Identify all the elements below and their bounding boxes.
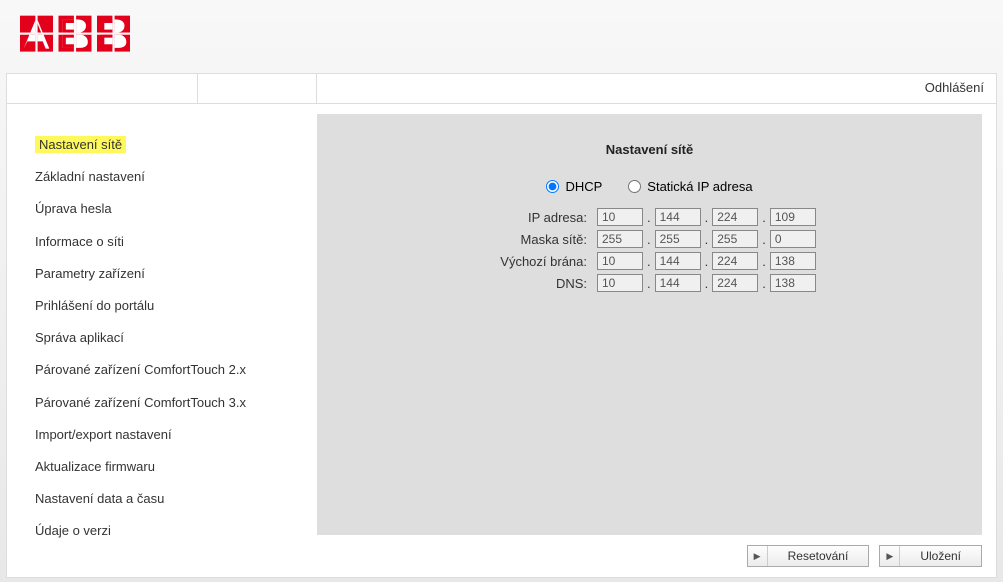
ip-address-label: IP adresa:: [337, 208, 597, 226]
dns-label: DNS:: [337, 274, 597, 292]
radio-static-input[interactable]: [628, 180, 641, 193]
mask-octet-4[interactable]: [770, 230, 816, 248]
arrow-right-icon: ▶: [880, 546, 900, 566]
dot-sep: .: [705, 254, 709, 269]
dot-sep: .: [647, 254, 651, 269]
ip-octet-4[interactable]: [770, 208, 816, 226]
mask-octet-2[interactable]: [655, 230, 701, 248]
button-row: ▶ Resetování ▶ Uložení: [317, 535, 982, 567]
ip-address-octets: . . .: [597, 208, 962, 226]
gw-octet-2[interactable]: [655, 252, 701, 270]
radio-dhcp-label: DHCP: [565, 179, 602, 194]
ip-form: IP adresa: . . . Maska sítě: . . .: [337, 208, 962, 292]
dns-octet-1[interactable]: [597, 274, 643, 292]
main-container: Odhlášení Nastavení sítě Základní nastav…: [6, 73, 997, 578]
abb-logo-svg: [20, 15, 130, 53]
save-button-label: Uložení: [900, 549, 981, 563]
dot-sep: .: [762, 232, 766, 247]
dot-sep: .: [705, 232, 709, 247]
sidebar-item-datetime[interactable]: Nastavení data a času: [35, 483, 317, 515]
sidebar-item-paired-ct3[interactable]: Párované zařízení ComfortTouch 3.x: [35, 387, 317, 419]
dns-octets: . . .: [597, 274, 962, 292]
abb-logo: [0, 0, 1003, 63]
arrow-right-icon: ▶: [748, 546, 768, 566]
sidebar-item-network-info[interactable]: Informace o síti: [35, 226, 317, 258]
dot-sep: .: [762, 210, 766, 225]
page-root: Odhlášení Nastavení sítě Základní nastav…: [0, 0, 1003, 582]
netmask-octets: . . .: [597, 230, 962, 248]
empty-tab-slot: [197, 74, 317, 104]
dot-sep: .: [705, 210, 709, 225]
sidebar-item-firmware-update[interactable]: Aktualizace firmwaru: [35, 451, 317, 483]
dns-octet-4[interactable]: [770, 274, 816, 292]
radio-dhcp-input[interactable]: [546, 180, 559, 193]
radio-static[interactable]: Statická IP adresa: [628, 179, 752, 194]
gateway-octets: . . .: [597, 252, 962, 270]
logout-link[interactable]: Odhlášení: [925, 80, 984, 95]
gw-octet-1[interactable]: [597, 252, 643, 270]
mask-octet-1[interactable]: [597, 230, 643, 248]
radio-static-label: Statická IP adresa: [647, 179, 752, 194]
gw-octet-4[interactable]: [770, 252, 816, 270]
gw-octet-3[interactable]: [712, 252, 758, 270]
mask-octet-3[interactable]: [712, 230, 758, 248]
ip-octet-3[interactable]: [712, 208, 758, 226]
sidebar-item-device-params[interactable]: Parametry zařízení: [35, 258, 317, 290]
netmask-label: Maska sítě:: [337, 230, 597, 248]
sidebar-item-app-management[interactable]: Správa aplikací: [35, 322, 317, 354]
dns-octet-3[interactable]: [712, 274, 758, 292]
sidebar-item-network-settings[interactable]: Nastavení sítě: [35, 136, 126, 153]
ip-octet-1[interactable]: [597, 208, 643, 226]
panel-title: Nastavení sítě: [337, 142, 962, 157]
radio-dhcp[interactable]: DHCP: [546, 179, 602, 194]
ip-mode-row: DHCP Statická IP adresa: [337, 179, 962, 196]
sidebar: Nastavení sítě Základní nastavení Úprava…: [7, 104, 317, 577]
dot-sep: .: [647, 210, 651, 225]
dot-sep: .: [762, 276, 766, 291]
sidebar-item-password-edit[interactable]: Úprava hesla: [35, 193, 317, 225]
reset-button[interactable]: ▶ Resetování: [747, 545, 870, 567]
sidebar-item-version-info[interactable]: Údaje o verzi: [35, 515, 317, 547]
dns-octet-2[interactable]: [655, 274, 701, 292]
dot-sep: .: [647, 276, 651, 291]
dot-sep: .: [705, 276, 709, 291]
sidebar-item-import-export[interactable]: Import/export nastavení: [35, 419, 317, 451]
save-button[interactable]: ▶ Uložení: [879, 545, 982, 567]
sidebar-item-basic-settings[interactable]: Základní nastavení: [35, 161, 317, 193]
sidebar-item-paired-ct2[interactable]: Párované zařízení ComfortTouch 2.x: [35, 354, 317, 386]
ip-octet-2[interactable]: [655, 208, 701, 226]
reset-button-label: Resetování: [768, 549, 869, 563]
top-bar: Odhlášení: [7, 74, 996, 104]
content-layout: Nastavení sítě Základní nastavení Úprava…: [7, 104, 996, 577]
settings-panel: Nastavení sítě DHCP Statická IP adresa: [317, 114, 982, 535]
content-area: Nastavení sítě DHCP Statická IP adresa: [317, 104, 996, 577]
dot-sep: .: [762, 254, 766, 269]
sidebar-item-portal-login[interactable]: Prihlášení do portálu: [35, 290, 317, 322]
dot-sep: .: [647, 232, 651, 247]
gateway-label: Výchozí brána:: [337, 252, 597, 270]
